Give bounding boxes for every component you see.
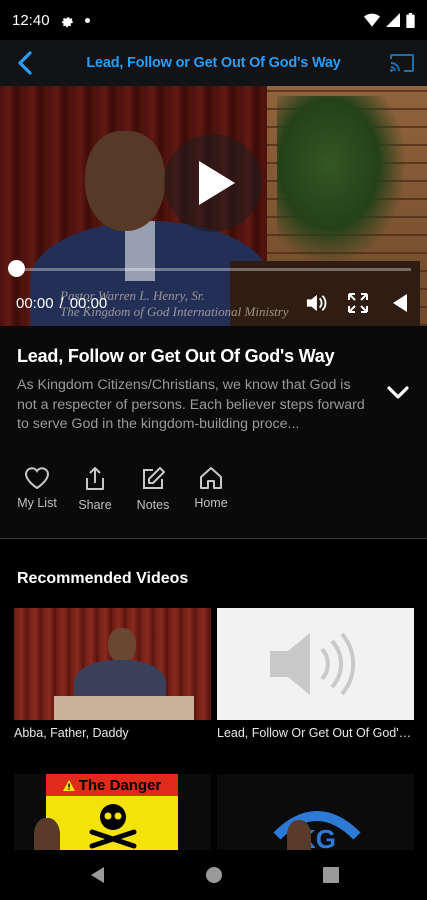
video-caption: Abba, Father, Daddy — [14, 726, 129, 740]
recommended-heading: Recommended Videos — [17, 570, 189, 587]
video-thumbnail[interactable] — [217, 608, 414, 720]
current-time: 00:00 — [16, 294, 54, 312]
notification-dot-icon — [84, 17, 90, 23]
system-nav-bar — [0, 850, 427, 900]
nav-recents-icon[interactable] — [322, 867, 339, 883]
fullscreen-icon[interactable] — [347, 292, 369, 314]
video-player[interactable]: Pastor Warren L. Henry, Sr. The Kingdom … — [0, 86, 427, 326]
cast-icon — [390, 54, 414, 72]
share-icon — [86, 467, 104, 490]
back-button[interactable] — [0, 40, 50, 86]
my-list-label: My List — [17, 496, 57, 510]
thumbnail-text: The Danger — [78, 776, 162, 794]
app-bar: Lead, Follow or Get Out Of God's Way — [0, 40, 427, 86]
video-thumbnail[interactable]: KG — [217, 774, 414, 854]
status-time: 12:40 — [12, 11, 50, 29]
wifi-icon — [364, 13, 380, 27]
expand-description-button[interactable] — [383, 378, 413, 408]
volume-icon[interactable] — [305, 293, 327, 313]
video-info: Lead, Follow or Get Out Of God's Way As … — [0, 326, 427, 538]
progress-track[interactable] — [16, 268, 411, 271]
share-button[interactable]: Share — [75, 466, 115, 512]
notes-label: Notes — [136, 498, 170, 512]
warning-icon — [62, 779, 75, 791]
cast-button[interactable] — [377, 40, 427, 86]
video-description: As Kingdom Citizens/Christians, we know … — [17, 377, 365, 432]
home-label: Home — [194, 496, 228, 510]
speaker-audio-icon — [269, 632, 355, 696]
video-title: Lead, Follow or Get Out Of God's Way — [17, 346, 335, 366]
signal-icon — [386, 13, 400, 27]
kingdom-logo-icon: KG — [273, 811, 361, 854]
home-button[interactable]: Home — [191, 466, 231, 512]
video-actions: My List Share Notes Home — [17, 466, 231, 512]
collapse-icon[interactable] — [389, 292, 411, 314]
edit-icon — [143, 467, 165, 489]
recommended-card[interactable]: Abba, Father, Daddy — [14, 608, 211, 740]
my-list-button[interactable]: My List — [17, 466, 57, 512]
recommended-card[interactable]: The Danger — [14, 774, 211, 854]
status-bar: 12:40 — [0, 0, 427, 40]
section-divider — [0, 538, 427, 539]
skull-crossbones-icon — [89, 804, 137, 849]
share-label: Share — [78, 498, 112, 512]
recommended-card[interactable]: Lead, Follow Or Get Out Of God's Way — [217, 608, 414, 740]
progress-thumb[interactable] — [8, 260, 25, 277]
video-thumbnail[interactable]: The Danger — [14, 774, 211, 854]
nav-back-icon[interactable] — [89, 866, 105, 884]
settings-gear-icon — [61, 16, 73, 27]
duration: 00:00 — [69, 294, 108, 312]
battery-icon — [406, 12, 415, 28]
page-title: Lead, Follow or Get Out Of God's Way — [86, 55, 341, 71]
home-icon — [200, 467, 222, 489]
video-caption: Lead, Follow Or Get Out Of God's Way — [217, 726, 414, 740]
recommended-card[interactable]: KG — [217, 774, 414, 854]
play-icon — [199, 161, 235, 205]
video-thumbnail[interactable] — [14, 608, 211, 720]
chevron-left-icon — [18, 51, 32, 75]
nav-home-icon[interactable] — [205, 866, 223, 884]
play-button[interactable] — [164, 134, 262, 232]
chevron-down-icon — [387, 386, 409, 399]
time-separator: / — [59, 294, 64, 312]
heart-icon — [24, 467, 50, 490]
player-controls: 00:00 / 00:00 — [0, 288, 427, 318]
notes-button[interactable]: Notes — [133, 466, 173, 512]
